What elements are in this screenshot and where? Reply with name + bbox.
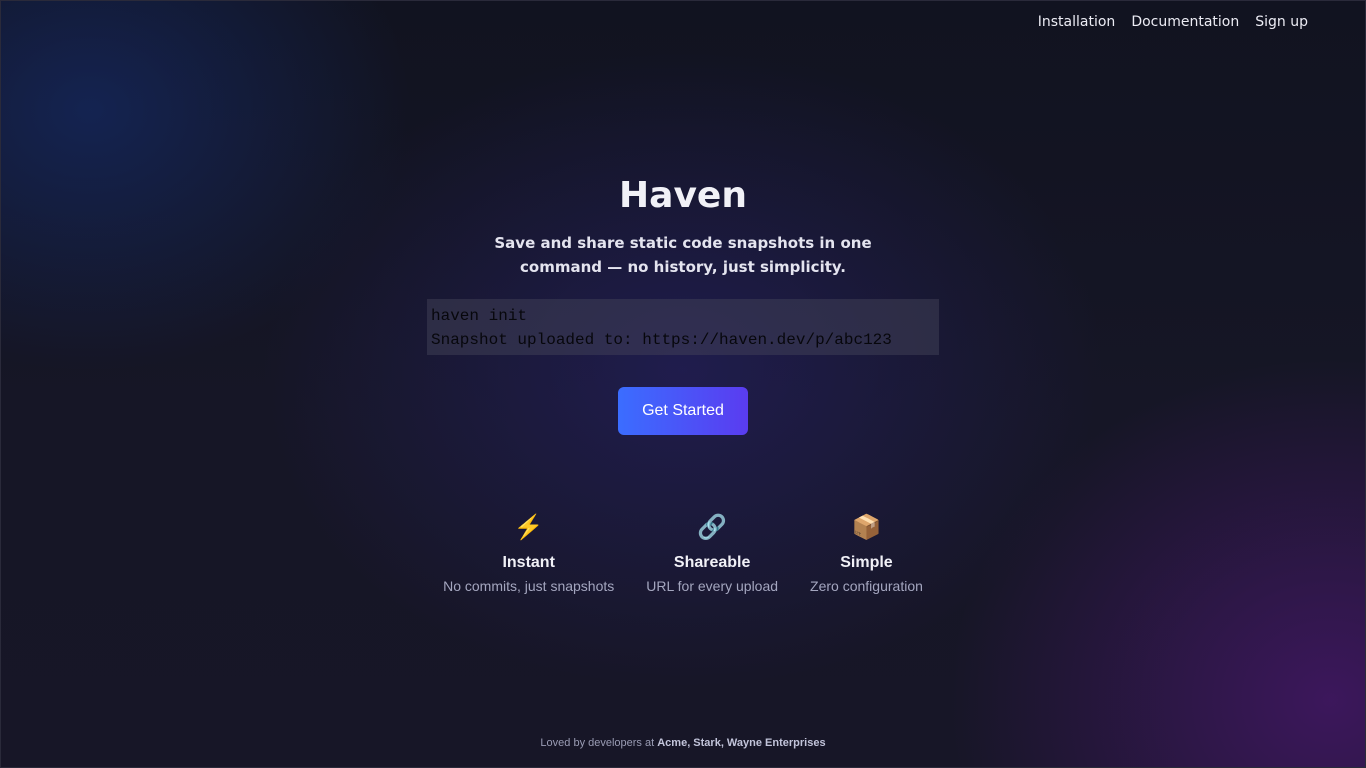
nav-link-installation[interactable]: Installation bbox=[1038, 12, 1116, 32]
package-icon: 📦 bbox=[851, 514, 882, 541]
footer: Loved by developers at Acme, Stark, Wayn… bbox=[1, 737, 1365, 749]
code-snippet: haven init Snapshot uploaded to: https://… bbox=[427, 299, 939, 355]
feature-simple: 📦 Simple Zero configuration bbox=[810, 511, 923, 595]
hero-section: Haven Save and share static code snapsho… bbox=[1, 173, 1365, 435]
footer-companies: Acme, Stark, Wayne Enterprises bbox=[657, 737, 826, 749]
footer-prefix: Loved by developers at bbox=[540, 737, 655, 749]
lightning-icon: ⚡ bbox=[513, 514, 544, 541]
code-line-output: Snapshot uploaded to: https://haven.dev/… bbox=[431, 331, 892, 349]
get-started-button[interactable]: Get Started bbox=[618, 387, 748, 435]
feature-title: Instant bbox=[502, 554, 555, 571]
feature-shareable: 🔗 Shareable URL for every upload bbox=[646, 511, 778, 595]
feature-description: URL for every upload bbox=[646, 578, 779, 594]
top-nav: Installation Documentation Sign up bbox=[1038, 12, 1308, 32]
nav-link-documentation[interactable]: Documentation bbox=[1131, 12, 1239, 32]
feature-title: Simple bbox=[840, 554, 893, 571]
feature-instant: ⚡ Instant No commits, just snapshots bbox=[443, 511, 614, 595]
feature-title: Shareable bbox=[673, 554, 751, 571]
link-icon: 🔗 bbox=[697, 514, 728, 541]
page-title: Haven bbox=[619, 175, 747, 216]
feature-description: Zero configuration bbox=[810, 578, 923, 594]
nav-link-sign-up[interactable]: Sign up bbox=[1255, 12, 1308, 32]
features-list: ⚡ Instant No commits, just snapshots 🔗 S… bbox=[1, 511, 1365, 595]
feature-description: No commits, just snapshots bbox=[443, 578, 615, 594]
hero-tagline: Save and share static code snapshots in … bbox=[494, 234, 872, 276]
code-line-command: haven init bbox=[431, 307, 528, 325]
